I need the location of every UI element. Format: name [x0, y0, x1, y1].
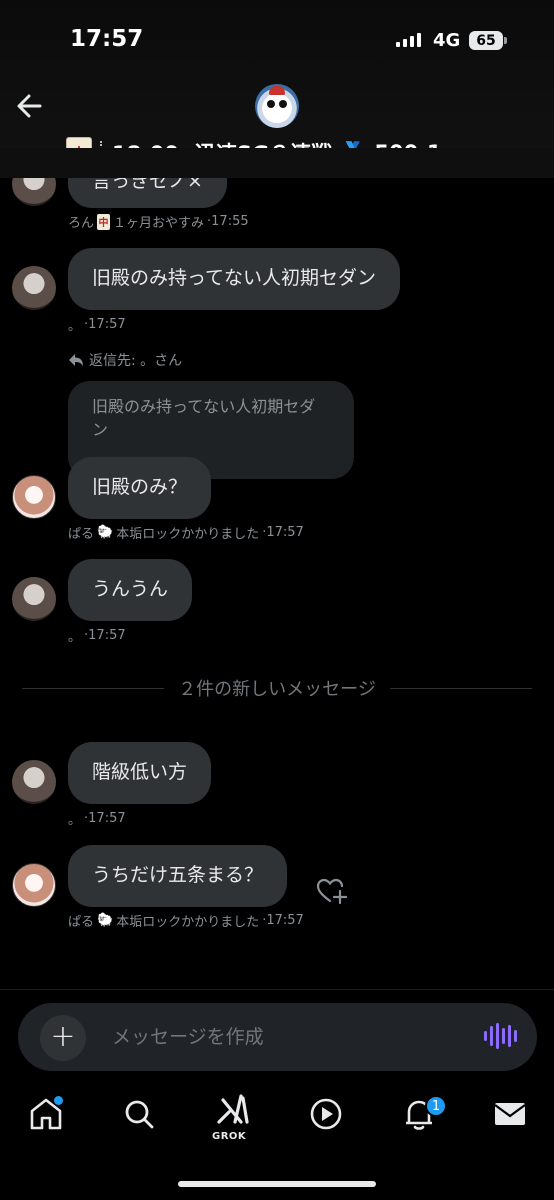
- message-time: ·17:57: [84, 628, 126, 643]
- reply-arrow-icon: [69, 354, 83, 366]
- avatar-sender[interactable]: [12, 577, 56, 621]
- reply-to-label: 返信先: 。さん: [68, 350, 182, 370]
- sender-name: ぱる: [68, 527, 95, 542]
- avatar-paru[interactable]: [12, 863, 56, 907]
- new-messages-divider: ２件の新しいメッセージ: [22, 676, 533, 700]
- avatar-paru[interactable]: [12, 475, 56, 519]
- react-heart-icon[interactable]: [316, 876, 348, 906]
- message-bubble[interactable]: 旧殿のみ？: [68, 457, 212, 519]
- notification-badge: 1: [425, 1095, 447, 1117]
- voice-message-icon[interactable]: [484, 1022, 517, 1050]
- messages-mail-icon[interactable]: [490, 1094, 530, 1134]
- battery-cap: [504, 37, 507, 44]
- sender-name: ろん: [68, 216, 95, 231]
- message-meta: 。 ·17:57: [68, 315, 126, 334]
- message-meta: ろん 中 １ヶ月おやすみ ·17:55: [68, 212, 249, 231]
- sender-name: 。: [68, 319, 82, 334]
- home-indicator: [178, 1181, 376, 1187]
- message-meta: 。 ·17:57: [68, 809, 126, 828]
- message-time: ·17:57: [262, 913, 304, 928]
- home-notification-dot: [54, 1096, 63, 1105]
- video-play-icon[interactable]: [306, 1094, 346, 1134]
- message-text: 階級低い方: [92, 761, 188, 783]
- message-bubble[interactable]: うちだけ五条まる？: [68, 845, 288, 907]
- network-type: 4G: [433, 30, 461, 51]
- sheep-icon: 🐑: [97, 913, 114, 928]
- message-meta: 。 ·17:57: [68, 626, 126, 645]
- message-meta: ぱる 🐑 本垢ロックかかりました ·17:57: [68, 911, 304, 930]
- message-bubble[interactable]: 旧殿のみ持ってない人初期セダン: [68, 248, 401, 310]
- message-time: ·17:57: [84, 317, 126, 332]
- message-bubble[interactable]: 階級低い方: [68, 742, 212, 804]
- message-text: 旧殿のみ？: [92, 476, 188, 498]
- add-media-button[interactable]: +: [40, 1015, 86, 1061]
- back-arrow-icon[interactable]: [12, 88, 48, 124]
- quoted-text: 旧殿のみ持ってない人初期セダン: [92, 397, 316, 439]
- message-input[interactable]: [110, 1022, 454, 1052]
- message-meta: ぱる 🐑 本垢ロックかかりました ·17:57: [68, 523, 304, 542]
- message-bubble[interactable]: うんうん: [68, 559, 193, 621]
- grok-icon[interactable]: [213, 1092, 253, 1132]
- message-time: ·17:57: [262, 525, 304, 540]
- sender-name: ぱる: [68, 915, 95, 930]
- reply-to-text: 返信先: 。さん: [89, 353, 183, 369]
- avatar-sender[interactable]: [12, 760, 56, 804]
- message-text: うんうん: [92, 578, 169, 600]
- group-avatar[interactable]: [255, 84, 299, 128]
- signal-icon: [396, 33, 421, 47]
- sheep-icon: 🐑: [97, 525, 114, 540]
- message-time: ·17:55: [207, 214, 249, 229]
- composer-divider: [0, 989, 554, 990]
- message-text: うちだけ五条まる？: [92, 864, 264, 886]
- header-overlay: [0, 148, 554, 178]
- new-messages-label: ２件の新しいメッセージ: [178, 679, 376, 700]
- grok-label: GROK: [212, 1131, 247, 1142]
- message-text: 旧殿のみ持ってない人初期セダン: [92, 267, 377, 289]
- sender-name-rest: １ヶ月おやすみ: [113, 216, 205, 231]
- sender-name: 。: [68, 630, 82, 645]
- message-time: ·17:57: [84, 811, 126, 826]
- sender-name-rest: 本垢ロックかかりました: [116, 915, 260, 930]
- status-time: 17:57: [70, 26, 144, 52]
- battery-icon: 65: [469, 31, 503, 50]
- sender-name: 。: [68, 813, 82, 828]
- avatar-sender[interactable]: [12, 266, 56, 310]
- sender-name-rest: 本垢ロックかかりました: [116, 527, 260, 542]
- mahjong-tile-icon: 中: [97, 213, 111, 230]
- search-icon[interactable]: [119, 1094, 159, 1134]
- battery-level: 65: [476, 32, 496, 49]
